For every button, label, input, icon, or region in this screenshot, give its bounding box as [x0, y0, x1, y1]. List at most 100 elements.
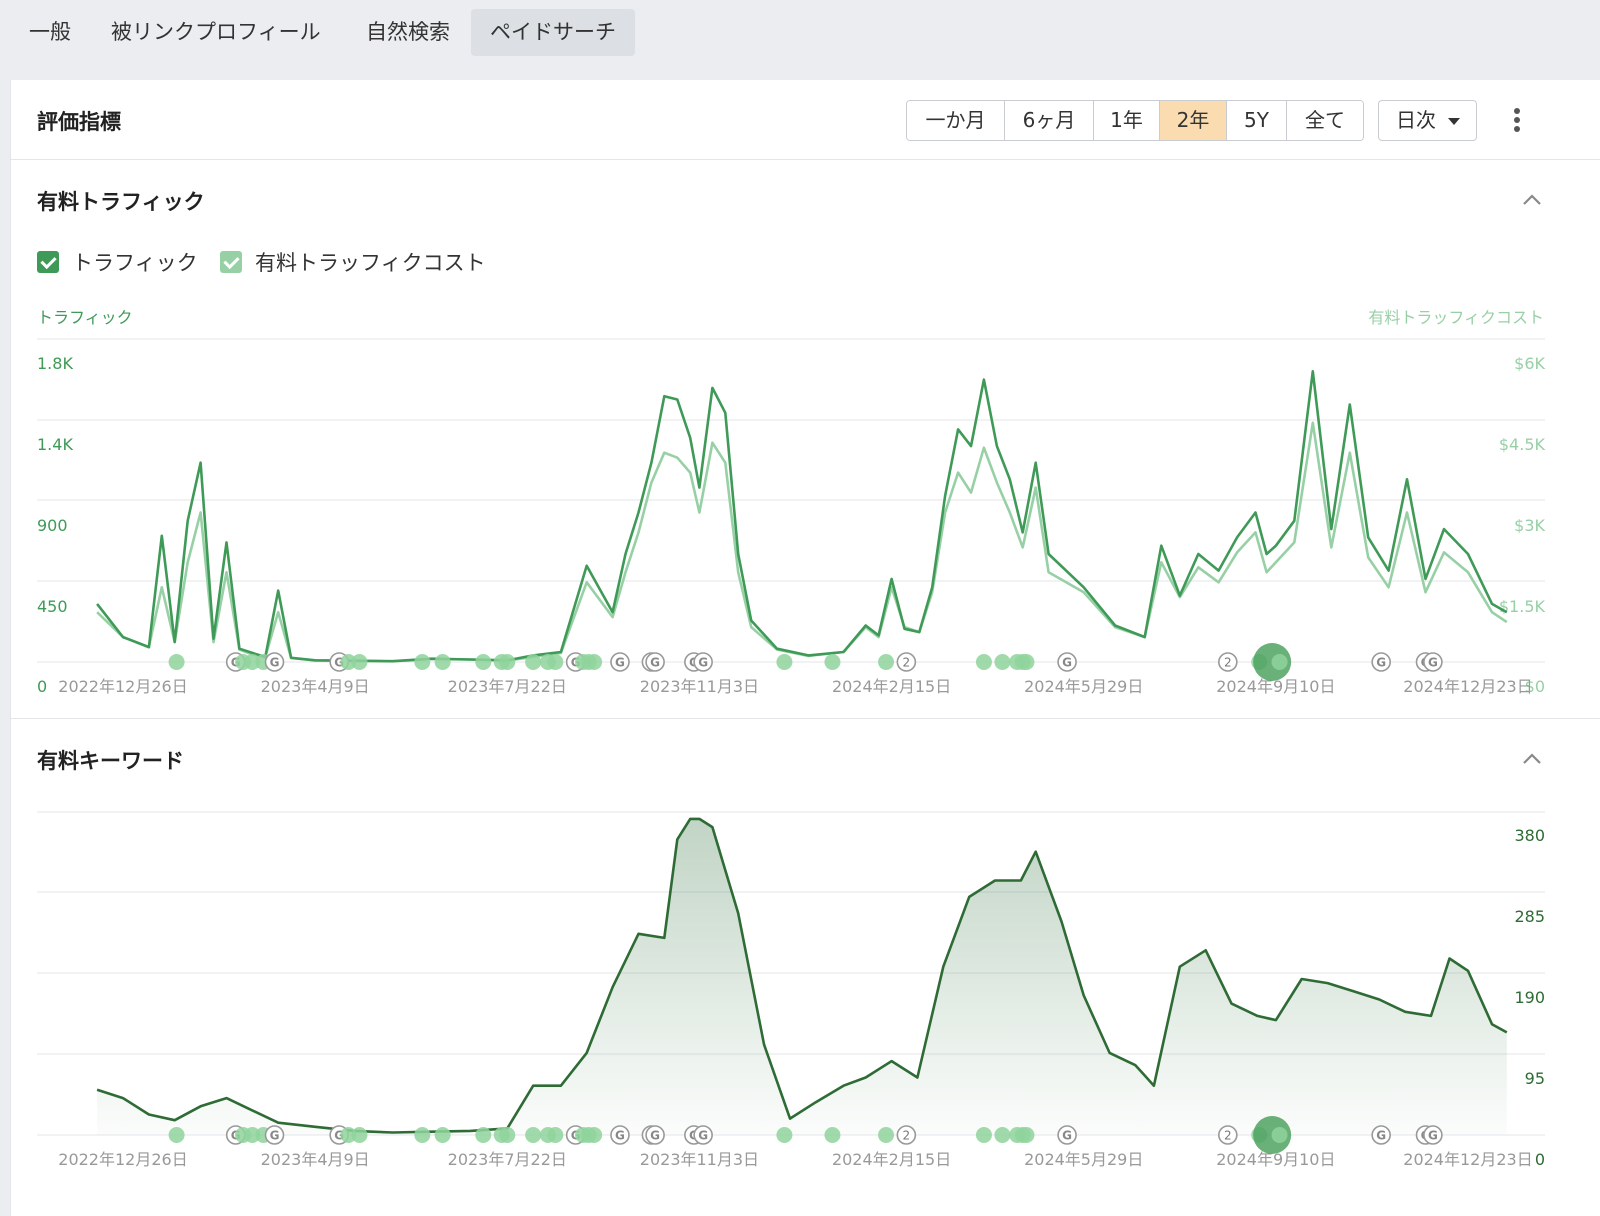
event-dot [776, 654, 793, 670]
chevron-down-icon [1448, 118, 1460, 125]
x-tick-label: 2024年2月15日 [832, 677, 951, 696]
report-tabs: 一般 被リンクプロフィール 自然検索 ペイドサーチ [0, 0, 1600, 80]
event-dot [975, 1127, 992, 1143]
google-update-label: G [1062, 1129, 1072, 1143]
left-tick-label: 450 [37, 597, 68, 616]
google-update-label: G [615, 1129, 625, 1143]
event-dot [994, 654, 1011, 670]
x-tick-label: 2024年12月23日 [1403, 1150, 1532, 1169]
right-tick-label: 190 [1514, 988, 1545, 1007]
right-tick-label: $6K [1514, 354, 1545, 373]
google-update-label: G [1428, 656, 1438, 670]
event-dot [1018, 654, 1035, 670]
google-update-label: G [1376, 656, 1386, 670]
tab-backlink-profile[interactable]: 被リンクプロフィール [92, 9, 340, 56]
google-update-label: G [270, 1129, 280, 1143]
range-6-months[interactable]: 6ヶ月 [1005, 101, 1094, 140]
left-axis-name: トラフィック [37, 308, 133, 327]
event-count-label: 2 [903, 656, 911, 670]
legend-traffic-label: トラフィック [72, 251, 198, 275]
event-dot [168, 654, 185, 670]
event-dot [351, 1127, 368, 1143]
date-range-selector: 一か月 6ヶ月 1年 2年 5Y 全て [906, 100, 1364, 141]
right-tick-label: 95 [1525, 1069, 1545, 1088]
keywords-area-fill [97, 818, 1507, 1135]
event-dot [586, 1127, 603, 1143]
google-update-label: G [1376, 1129, 1386, 1143]
range-all[interactable]: 全て [1287, 101, 1363, 140]
event-dot [475, 1127, 492, 1143]
x-tick-label: 2024年12月23日 [1403, 677, 1532, 696]
event-dot [499, 1127, 516, 1143]
event-dot [168, 1127, 185, 1143]
event-dot [525, 1127, 542, 1143]
header-divider [11, 159, 1600, 160]
x-tick-label: 2024年2月15日 [832, 1150, 951, 1169]
google-update-label: G [615, 656, 625, 670]
google-update-label: G [270, 656, 280, 670]
event-dot [547, 1127, 564, 1143]
right-tick-label: 285 [1514, 907, 1545, 926]
event-count-label: 2 [903, 1129, 911, 1143]
range-1-year[interactable]: 1年 [1094, 101, 1160, 140]
event-dot [525, 654, 542, 670]
event-dot [824, 654, 841, 670]
google-update-label: G [650, 656, 660, 670]
x-tick-label: 2024年5月29日 [1024, 1150, 1143, 1169]
more-options-icon[interactable] [1509, 108, 1525, 134]
google-update-label: G [698, 1129, 708, 1143]
range-2-years[interactable]: 2年 [1160, 101, 1227, 140]
cost-series-line [96, 421, 1508, 663]
legend-paid-traffic-cost[interactable]: 有料トラッフィクコスト [220, 250, 486, 275]
x-tick-label: 2023年11月3日 [640, 1150, 759, 1169]
tab-paid-search[interactable]: ペイドサーチ [471, 9, 635, 56]
paid-traffic-chart: 04509001.4K1.8K$0$1.5K$3K$4.5K$6K2022年12… [37, 338, 1546, 696]
google-update-label: G [698, 656, 708, 670]
event-count-label: 2 [1224, 1129, 1232, 1143]
paid-keywords-chart: 95 190 285 380 0 2022年12月26日 2023年4月9日 2023年7月2… [37, 811, 1545, 1169]
right-axis-name: 有料トラッフィクコスト [1368, 308, 1544, 327]
tab-organic-search[interactable]: 自然検索 [347, 9, 469, 56]
event-count-label: 2 [1224, 656, 1232, 670]
interval-dropdown[interactable]: 日次 [1378, 100, 1477, 141]
range-5-years[interactable]: 5Y [1227, 101, 1287, 140]
left-tick-label: 1.4K [37, 435, 73, 454]
event-dot [824, 1127, 841, 1143]
event-dot [878, 654, 895, 670]
left-tick-label: 900 [37, 516, 68, 535]
checkbox-paid-traffic-cost[interactable] [220, 251, 242, 273]
x-tick-label: 2023年4月9日 [261, 1150, 370, 1169]
x-tick-label: 2023年4月9日 [261, 677, 370, 696]
left-tick-label: 0 [37, 677, 47, 696]
metrics-panel: 評価指標 一か月 6ヶ月 1年 2年 5Y 全て 日次 有料トラフィック トラフ… [10, 80, 1600, 1216]
x-tick-label: 2022年12月26日 [58, 1150, 187, 1169]
google-update-label: G [650, 1129, 660, 1143]
google-update-label: G [1428, 1129, 1438, 1143]
paid-traffic-title: 有料トラフィック [37, 190, 205, 214]
left-tick-label: 1.8K [37, 354, 73, 373]
traffic-series-line [96, 370, 1508, 663]
metrics-title: 評価指標 [37, 110, 121, 134]
event-dot [776, 1127, 793, 1143]
x-tick-label: 2023年7月22日 [448, 677, 567, 696]
event-dot [1271, 654, 1288, 670]
event-dot [994, 1127, 1011, 1143]
paid-keywords-title: 有料キーワード [37, 749, 184, 773]
event-dot [586, 654, 603, 670]
collapse-icon[interactable] [1522, 751, 1542, 765]
tab-general[interactable]: 一般 [10, 9, 90, 56]
event-dot [1271, 1127, 1288, 1143]
zero-tick-label: 0 [1535, 1150, 1545, 1169]
range-1-month[interactable]: 一か月 [907, 101, 1005, 140]
x-tick-label: 2023年7月22日 [448, 1150, 567, 1169]
event-dot [434, 654, 451, 670]
event-dot [975, 654, 992, 670]
google-update-label: G [1062, 656, 1072, 670]
right-tick-label: $4.5K [1499, 435, 1546, 454]
checkbox-traffic[interactable] [37, 251, 59, 273]
x-tick-label: 2023年11月3日 [640, 677, 759, 696]
legend-traffic[interactable]: トラフィック [37, 250, 198, 275]
legend-cost-label: 有料トラッフィクコスト [255, 251, 486, 275]
event-dot [499, 654, 516, 670]
collapse-icon[interactable] [1522, 192, 1542, 206]
